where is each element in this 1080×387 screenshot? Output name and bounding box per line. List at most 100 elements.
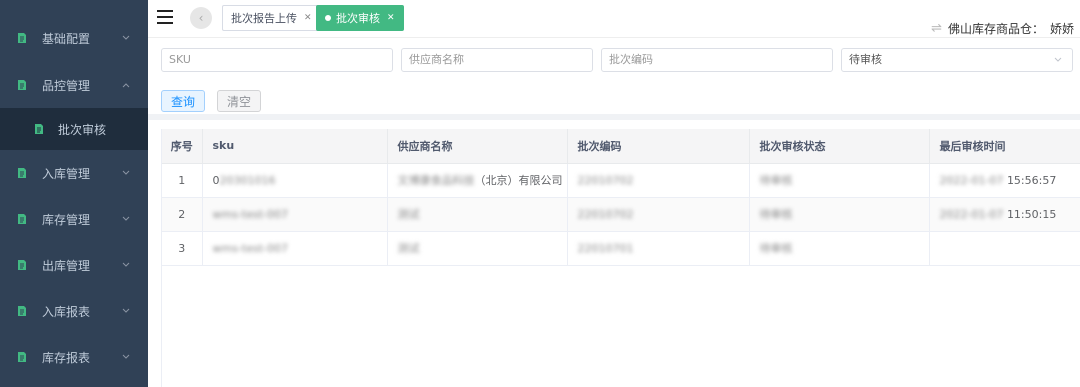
warehouse-switcher[interactable]: ⇌ 佛山库存商品仓： 娇娇: [931, 20, 1074, 37]
cell-status: 待审核: [749, 163, 930, 198]
status-redacted: 待审核: [759, 242, 793, 255]
table-header-row: 序号 sku 供应商名称 批次编码 批次审核状态 最后审核时间: [162, 129, 1080, 164]
chevron-down-icon: [122, 308, 130, 313]
document-icon: [35, 124, 43, 134]
swap-icon: ⇌: [931, 21, 942, 36]
date-redacted: 2022-01-07: [939, 173, 1004, 187]
sidebar-item-outbound[interactable]: 出库管理: [0, 242, 148, 288]
supplier-redacted: 文博康食品科技: [397, 174, 475, 187]
active-dot-icon: [325, 15, 331, 21]
app-root: 基础配置 品控管理 批次审核 入库管理 库存管理 出库管理 入库报表 库存报表 …: [0, 0, 1080, 387]
tab-label: 批次审核: [336, 12, 380, 25]
sidebar-item-inbound[interactable]: 入库管理: [0, 150, 148, 196]
hamburger-menu-icon[interactable]: [157, 10, 173, 24]
sku-redacted: 20301016: [219, 173, 276, 187]
time-value: 15:56:57: [1006, 173, 1057, 187]
chevron-down-icon: [122, 262, 130, 267]
sku-prefix: 0: [212, 173, 220, 187]
warehouse-label: 佛山库存商品仓：: [947, 22, 1044, 36]
sidebar-item-label: 品控管理: [42, 78, 91, 93]
cell-supplier: 文博康食品科技（北京）有限公司: [387, 163, 568, 198]
tab-batch-report-upload[interactable]: 批次报告上传 ✕: [222, 5, 321, 31]
chevron-down-icon: [122, 354, 130, 359]
cell-sku: wms-test-007: [202, 197, 388, 232]
sidebar-subitem-batch-review[interactable]: 批次审核: [0, 108, 148, 150]
batch-table: 序号 sku 供应商名称 批次编码 批次审核状态 最后审核时间 1 020301…: [161, 129, 1080, 387]
document-icon: [18, 33, 26, 43]
cell-batch-code: 22010702: [567, 163, 750, 198]
supplier-tail: （北京）有限公司: [474, 174, 563, 187]
col-header-review-status: 批次审核状态: [749, 129, 930, 164]
supplier-redacted: 测试: [397, 208, 420, 221]
batch-redacted: 22010701: [577, 241, 634, 255]
topbar: ‹ 批次报告上传 ✕ 批次审核 ✕ ⇌ 佛山库存商品仓： 娇娇: [148, 0, 1080, 38]
supplier-input[interactable]: 供应商名称: [401, 48, 593, 72]
date-redacted: 2022-01-07: [939, 207, 1004, 221]
cell-supplier: 测试: [387, 231, 568, 266]
document-icon: [18, 80, 26, 90]
user-name: 娇娇: [1049, 22, 1074, 36]
cell-index: 1: [162, 163, 203, 198]
cell-last-review-time: 2022-01-07 11:50:15: [929, 197, 1080, 232]
tab-batch-review[interactable]: 批次审核 ✕: [316, 5, 404, 31]
status-select-value: 待审核: [849, 53, 882, 66]
sidebar-item-label: 库存报表: [42, 350, 91, 365]
cell-index: 3: [162, 231, 203, 266]
cell-last-review-time: 2022-01-07 15:56:57: [929, 163, 1080, 198]
status-redacted: 待审核: [759, 174, 793, 187]
sidebar-item-label: 库存管理: [42, 212, 91, 227]
clear-button[interactable]: 清空: [217, 90, 261, 112]
document-icon: [18, 214, 26, 224]
chevron-down-icon: [122, 35, 130, 40]
status-select[interactable]: 待审核: [841, 48, 1073, 72]
document-icon: [18, 260, 26, 270]
batch-code-input[interactable]: 批次编码: [601, 48, 833, 72]
document-icon: [18, 306, 26, 316]
cell-status: 待审核: [749, 231, 930, 266]
table-row[interactable]: 3 wms-test-007 测试 22010701 待审核: [162, 231, 1080, 266]
cell-sku: wms-test-007: [202, 231, 388, 266]
status-redacted: 待审核: [759, 208, 793, 221]
cell-batch-code: 22010702: [567, 197, 750, 232]
batch-redacted: 22010702: [577, 173, 634, 187]
sidebar-item-basic-config[interactable]: 基础配置: [0, 15, 148, 61]
sidebar-item-label: 出库管理: [42, 258, 91, 273]
supplier-redacted: 测试: [397, 242, 420, 255]
col-header-sku: sku: [202, 129, 388, 164]
document-icon: [18, 352, 26, 362]
sku-input[interactable]: SKU: [161, 48, 393, 72]
tab-label: 批次报告上传: [231, 12, 297, 25]
cell-supplier: 测试: [387, 197, 568, 232]
col-header-last-review-time: 最后审核时间: [929, 129, 1080, 164]
close-icon[interactable]: ✕: [387, 13, 395, 23]
sku-redacted: wms-test-007: [212, 241, 289, 255]
table-row[interactable]: 2 wms-test-007 测试 22010702 待审核 2022-01-0…: [162, 197, 1080, 232]
cell-status: 待审核: [749, 197, 930, 232]
sidebar-item-label: 入库报表: [42, 304, 91, 319]
sidebar-item-quality-control[interactable]: 品控管理: [0, 62, 148, 108]
sidebar-item-label: 入库管理: [42, 166, 91, 181]
document-icon: [18, 168, 26, 178]
batch-redacted: 22010702: [577, 207, 634, 221]
sidebar-item-inbound-report[interactable]: 入库报表: [0, 288, 148, 334]
cell-index: 2: [162, 197, 203, 232]
chevron-down-icon: [1054, 57, 1062, 62]
sidebar-item-inventory[interactable]: 库存管理: [0, 196, 148, 242]
close-icon[interactable]: ✕: [304, 13, 312, 23]
cell-sku: 020301016: [202, 163, 388, 198]
back-arrow-icon[interactable]: ‹: [190, 7, 212, 29]
col-header-index: 序号: [162, 129, 203, 164]
time-value: 11:50:15: [1006, 207, 1057, 221]
cell-last-review-time: [929, 231, 1080, 266]
sidebar-item-label: 基础配置: [42, 31, 91, 46]
chevron-down-icon: [122, 216, 130, 221]
table-row[interactable]: 1 020301016 文博康食品科技（北京）有限公司 22010702 待审核…: [162, 163, 1080, 198]
sku-redacted: wms-test-007: [212, 207, 289, 221]
sidebar-subitem-label: 批次审核: [58, 122, 107, 137]
chevron-up-icon: [122, 83, 130, 88]
sidebar-item-inventory-report[interactable]: 库存报表: [0, 334, 148, 380]
query-button[interactable]: 查询: [161, 90, 205, 112]
col-header-batch-code: 批次编码: [567, 129, 750, 164]
sidebar: 基础配置 品控管理 批次审核 入库管理 库存管理 出库管理 入库报表 库存报表: [0, 0, 148, 387]
col-header-supplier: 供应商名称: [387, 129, 568, 164]
